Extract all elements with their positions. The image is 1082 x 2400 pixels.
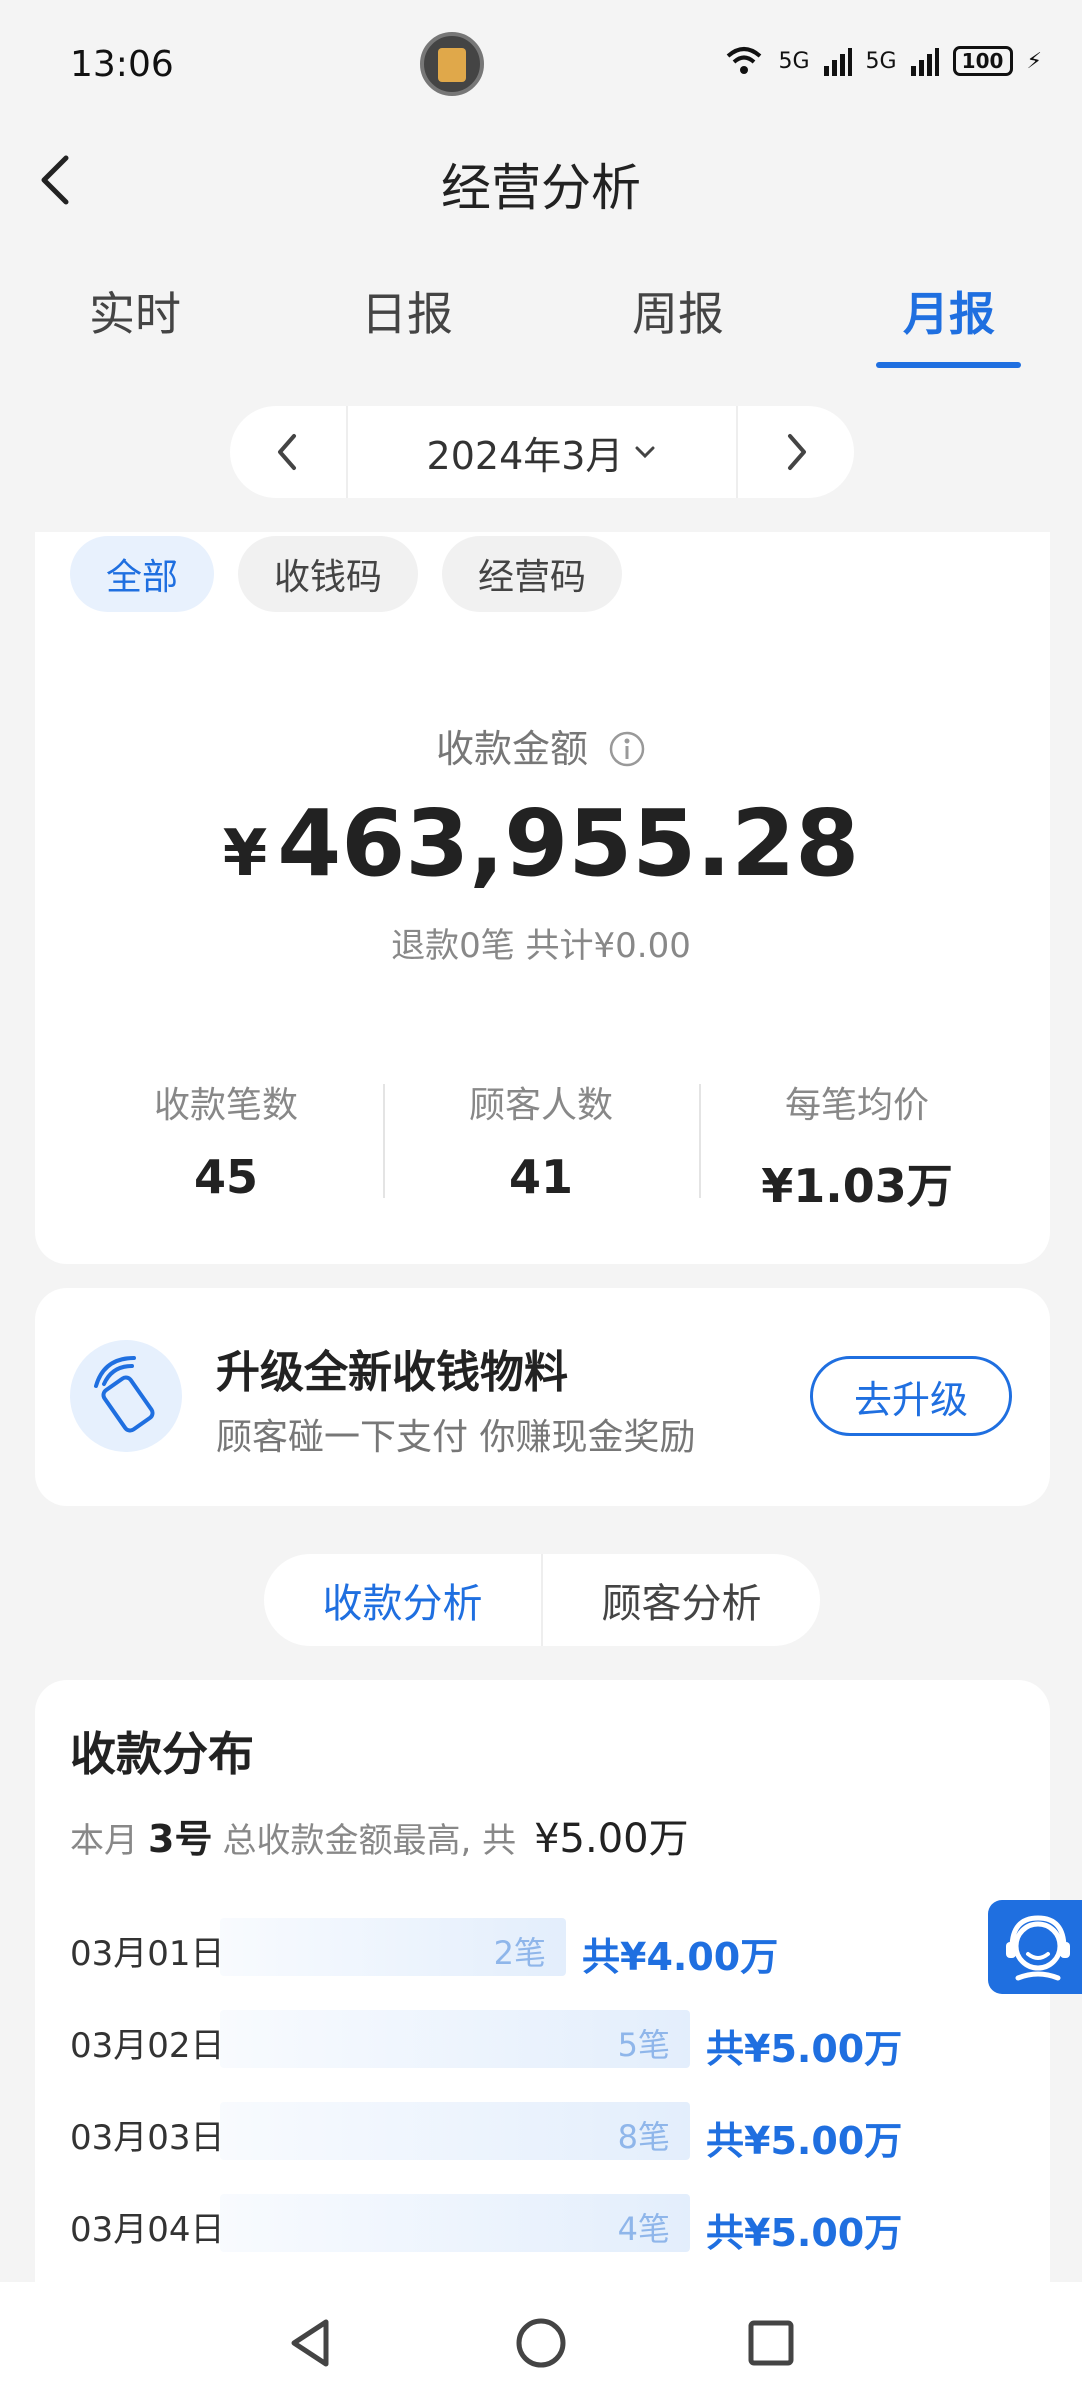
tab-monthly[interactable]: 月报 [849, 278, 1049, 344]
active-tab-indicator [876, 362, 1021, 368]
refund-text: 退款0笔 共计¥0.00 [391, 926, 691, 966]
triangle-back-icon [291, 2319, 329, 2367]
distribution-row[interactable]: 03月04日 4笔 共¥5.00万 [70, 2194, 970, 2255]
row-date: 03月03日 [70, 2118, 225, 2158]
status-time: 13:06 [70, 44, 174, 85]
row-date: 03月01日 [70, 1934, 225, 1974]
distribution-row[interactable]: 03月02日 5笔 共¥5.00万 [70, 2010, 970, 2071]
upgrade-button[interactable]: 去升级 [810, 1356, 1012, 1436]
stat-label-transactions: 收款笔数 [153, 1085, 298, 1126]
total-amount: ¥463,955.28 [0, 790, 1082, 897]
chevron-left-icon [278, 434, 296, 470]
chevron-right-icon [788, 434, 806, 470]
tap-pay-icon [70, 1340, 182, 1452]
distribution-row[interactable]: 03月01日 2笔 共¥4.00万 [70, 1918, 970, 1979]
page-title: 经营分析 [441, 159, 641, 217]
stat-value-customers: 41 [508, 1150, 573, 1204]
distribution-summary: 本月 3号 总收款金额最高, 共 ¥5.00万 [70, 1806, 689, 1864]
customer-service-button[interactable] [988, 1900, 1082, 1994]
promo-subtitle: 顾客碰一下支付 你赚现金奖励 [216, 1417, 696, 1458]
status-bar: 13:06 5G 5G 100 ⚡ [0, 0, 1082, 130]
status-icons: 5G 5G 100 ⚡ [724, 46, 1042, 76]
battery-icon: 100 [952, 46, 1013, 76]
notification-avatar-icon [420, 32, 484, 96]
stat-value-average: ¥1.03万 [761, 1159, 953, 1213]
tab-daily[interactable]: 日报 [307, 278, 507, 344]
row-total: 共¥4.00万 [582, 1935, 779, 1979]
summary-amount: ¥5.00万 [534, 1816, 689, 1862]
row-count: 8笔 [617, 2118, 670, 2156]
tab-weekly[interactable]: 周报 [578, 278, 778, 344]
square-recents-icon [748, 2320, 794, 2366]
wifi-icon [727, 47, 762, 74]
nav-back-button[interactable] [276, 2308, 346, 2378]
segment-payment-analysis[interactable]: 收款分析 [264, 1554, 541, 1646]
month-selector: 2024年3月 [230, 406, 854, 498]
month-value: 2024年3月 [426, 433, 624, 478]
row-count: 4笔 [617, 2210, 670, 2248]
headset-icon [1006, 1915, 1070, 1981]
row-date: 03月02日 [70, 2026, 225, 2066]
chip-all[interactable]: 全部 [70, 536, 214, 612]
signal-icon [823, 48, 852, 76]
row-count: 2笔 [493, 1934, 546, 1972]
distribution-title: 收款分布 [70, 1727, 254, 1781]
row-count: 5笔 [617, 2026, 670, 2064]
summary-day: 3号 [148, 1817, 213, 1861]
stat-label-average: 每笔均价 [784, 1085, 929, 1126]
nav-recents-button[interactable] [736, 2308, 806, 2378]
amount-value: 463,955.28 [277, 790, 860, 897]
network-label-1: 5G [778, 48, 810, 74]
row-date: 03月04日 [70, 2210, 225, 2250]
chip-business-code[interactable]: 经营码 [442, 536, 622, 612]
nav-home-button[interactable] [506, 2308, 576, 2378]
next-month-button[interactable] [738, 406, 854, 498]
analysis-segment: 收款分析 顾客分析 [264, 1554, 820, 1646]
chevron-down-icon [635, 446, 655, 459]
signal-icon [910, 48, 939, 76]
summary-middle: 总收款金额最高, 共 [222, 1821, 517, 1861]
stat-value-transactions: 45 [193, 1150, 258, 1204]
network-label-2: 5G [865, 48, 897, 74]
tab-realtime[interactable]: 实时 [35, 278, 235, 344]
row-total: 共¥5.00万 [706, 2027, 903, 2071]
charging-icon: ⚡ [1026, 48, 1042, 74]
chip-payment-code[interactable]: 收钱码 [238, 536, 418, 612]
circle-home-icon [516, 2318, 566, 2368]
amount-label-row: 收款金额 [0, 718, 1082, 773]
prev-month-button[interactable] [230, 406, 346, 498]
summary-prefix: 本月 [70, 1821, 138, 1861]
currency-symbol: ¥ [222, 817, 268, 891]
row-total: 共¥5.00万 [706, 2119, 903, 2163]
promo-title: 升级全新收钱物料 [216, 1347, 568, 1398]
amount-label: 收款金额 [435, 727, 588, 771]
distribution-row[interactable]: 03月03日 8笔 共¥5.00万 [70, 2102, 970, 2163]
segment-customer-analysis[interactable]: 顾客分析 [541, 1554, 820, 1646]
info-icon[interactable] [608, 730, 646, 768]
month-dropdown[interactable]: 2024年3月 [346, 406, 738, 498]
row-total: 共¥5.00万 [706, 2211, 903, 2255]
stat-label-customers: 顾客人数 [468, 1085, 613, 1126]
